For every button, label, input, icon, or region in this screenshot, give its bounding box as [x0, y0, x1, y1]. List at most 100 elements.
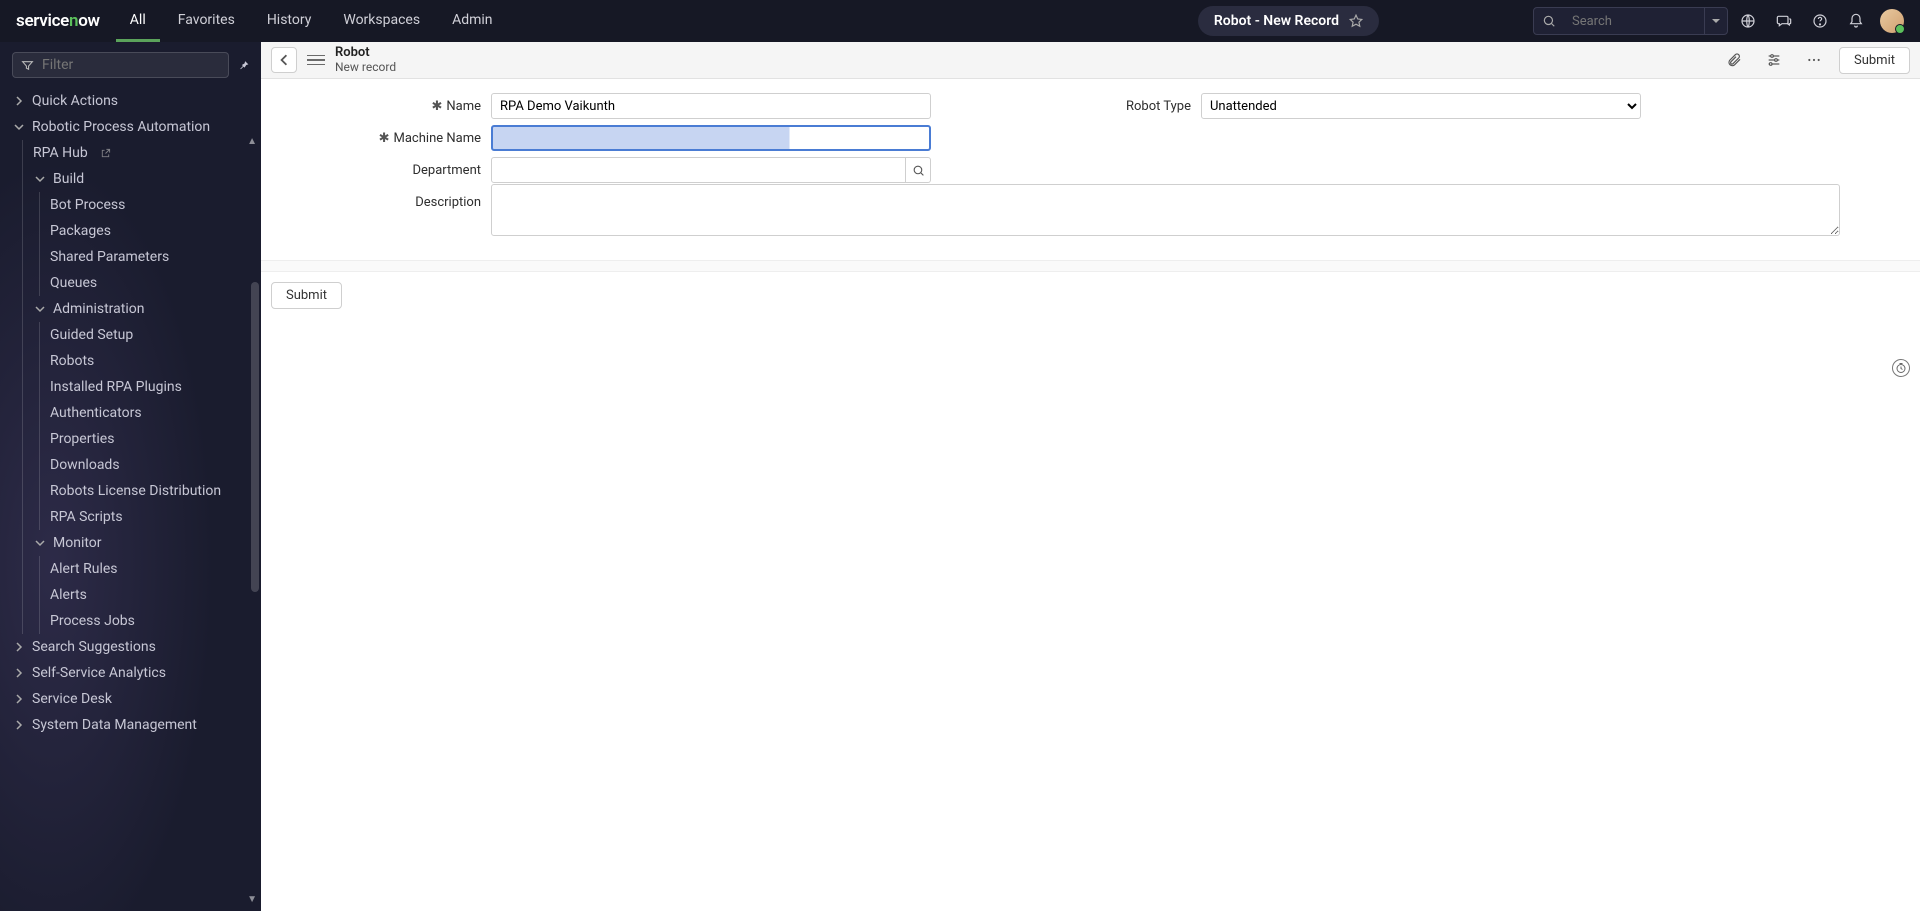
sidebar-item-bot-process[interactable]: Bot Process — [40, 192, 261, 218]
required-icon: ✱ — [379, 131, 390, 146]
sidebar-item-robots-license-distribution[interactable]: Robots License Distribution — [40, 478, 261, 504]
sidebar-section-administration[interactable]: Administration — [23, 296, 261, 322]
tab-all[interactable]: All — [116, 0, 160, 42]
main: Robot New record Submit ✱ Name — [261, 42, 1920, 911]
robot-type-label: Robot Type — [1126, 99, 1191, 114]
search-input[interactable] — [1564, 14, 1704, 29]
sidebar-item-label: RPA Scripts — [50, 509, 123, 525]
settings-button[interactable] — [1759, 45, 1789, 75]
sidebar-item-label: Shared Parameters — [50, 249, 169, 265]
filter-box[interactable] — [12, 52, 229, 78]
search-dropdown[interactable] — [1704, 8, 1727, 34]
chevron-right-icon — [12, 694, 26, 704]
sidebar-item-rpa-hub[interactable]: RPA Hub — [23, 140, 261, 166]
sidebar-item-label: Properties — [50, 431, 114, 447]
sidebar-item-packages[interactable]: Packages — [40, 218, 261, 244]
required-icon: ✱ — [431, 99, 442, 114]
filter-input[interactable] — [42, 57, 220, 73]
sidebar-item-process-jobs[interactable]: Process Jobs — [40, 608, 261, 634]
bell-icon[interactable] — [1840, 5, 1872, 37]
back-button[interactable] — [271, 47, 297, 73]
sidebar-item-label: Robots — [50, 353, 94, 369]
sidebar: Quick Actions ▲ Robotic Process Automati… — [0, 42, 261, 911]
sidebar-item-robots[interactable]: Robots — [40, 348, 261, 374]
sidebar-item-downloads[interactable]: Downloads — [40, 452, 261, 478]
chevron-right-icon — [12, 642, 26, 652]
sidebar-item-label: Installed RPA Plugins — [50, 379, 182, 395]
sidebar-item-label: Authenticators — [50, 405, 142, 421]
chevron-down-icon — [33, 304, 47, 314]
chevron-right-icon — [12, 96, 26, 106]
chevron-down-icon — [33, 538, 47, 548]
sidebar-item-label: Administration — [53, 301, 144, 317]
search-box[interactable] — [1533, 7, 1728, 35]
pin-button[interactable] — [237, 53, 250, 77]
chevron-left-icon — [278, 54, 290, 66]
record-type: Robot — [335, 46, 396, 61]
tab-workspaces[interactable]: Workspaces — [329, 0, 434, 42]
sidebar-item-label: Build — [53, 171, 84, 187]
machine-name-label: Machine Name — [394, 131, 481, 146]
record-subtitle: New record — [335, 61, 396, 75]
sidebar-item-properties[interactable]: Properties — [40, 426, 261, 452]
help-icon[interactable] — [1804, 5, 1836, 37]
sidebar-item-alert-rules[interactable]: Alert Rules — [40, 556, 261, 582]
name-field[interactable] — [491, 93, 931, 119]
robot-type-field[interactable]: Unattended — [1201, 93, 1641, 119]
attachment-button[interactable] — [1719, 45, 1749, 75]
department-lookup-button[interactable] — [906, 157, 931, 183]
menu-button[interactable] — [307, 55, 325, 66]
description-field[interactable] — [491, 184, 1840, 236]
sidebar-item-system-data-management[interactable]: System Data Management — [0, 712, 261, 738]
tab-admin[interactable]: Admin — [438, 0, 506, 42]
sidebar-item-label: Robots License Distribution — [50, 483, 221, 499]
more-button[interactable] — [1799, 45, 1829, 75]
tab-history[interactable]: History — [253, 0, 326, 42]
logo: servicenow — [16, 11, 100, 31]
sidebar-item-self-service-analytics[interactable]: Self-Service Analytics — [0, 660, 261, 686]
breadcrumb[interactable]: Robot - New Record — [1198, 6, 1379, 36]
sidebar-item-quick-actions[interactable]: Quick Actions — [0, 88, 261, 114]
sidebar-item-alerts[interactable]: Alerts — [40, 582, 261, 608]
sidebar-item-queues[interactable]: Queues — [40, 270, 261, 296]
header-title: Robot New record — [335, 46, 396, 75]
sidebar-item-search-suggestions[interactable]: Search Suggestions — [0, 634, 261, 660]
form-header: Robot New record Submit — [261, 42, 1920, 79]
chevron-right-icon — [12, 720, 26, 730]
caret-down-icon — [1711, 16, 1721, 26]
chat-icon[interactable] — [1768, 5, 1800, 37]
form-footer: Submit — [261, 272, 1920, 319]
sidebar-item-rpa[interactable]: Robotic Process Automation — [0, 114, 261, 140]
sidebar-item-label: Packages — [50, 223, 111, 239]
timer-icon[interactable] — [1892, 359, 1910, 377]
chevron-down-icon — [12, 122, 26, 132]
pin-icon — [237, 59, 250, 72]
machine-name-field[interactable] — [491, 125, 931, 151]
sidebar-scrollbar[interactable] — [251, 282, 259, 592]
sidebar-section-build[interactable]: Build — [23, 166, 261, 192]
tab-favorites[interactable]: Favorites — [164, 0, 249, 42]
sidebar-item-label: Robotic Process Automation — [32, 119, 210, 135]
sidebar-item-label: Alerts — [50, 587, 87, 603]
sidebar-item-label: Monitor — [53, 535, 102, 551]
sidebar-item-label: Guided Setup — [50, 327, 133, 343]
filter-icon — [21, 59, 34, 72]
sidebar-item-label: Bot Process — [50, 197, 125, 213]
sidebar-item-guided-setup[interactable]: Guided Setup — [40, 322, 261, 348]
avatar[interactable] — [1880, 9, 1904, 33]
submit-button-footer[interactable]: Submit — [271, 282, 342, 309]
sidebar-item-label: Downloads — [50, 457, 120, 473]
sidebar-item-service-desk[interactable]: Service Desk — [0, 686, 261, 712]
sidebar-item-authenticators[interactable]: Authenticators — [40, 400, 261, 426]
department-field[interactable] — [491, 157, 906, 183]
chevron-down-icon — [33, 174, 47, 184]
sidebar-item-installed-rpa-plugins[interactable]: Installed RPA Plugins — [40, 374, 261, 400]
sidebar-item-rpa-scripts[interactable]: RPA Scripts — [40, 504, 261, 530]
globe-icon[interactable] — [1732, 5, 1764, 37]
sidebar-item-label: Quick Actions — [32, 93, 118, 109]
sidebar-item-label: Alert Rules — [50, 561, 118, 577]
sidebar-section-monitor[interactable]: Monitor — [23, 530, 261, 556]
star-icon[interactable] — [1349, 14, 1363, 28]
sidebar-item-shared-parameters[interactable]: Shared Parameters — [40, 244, 261, 270]
submit-button-header[interactable]: Submit — [1839, 47, 1910, 74]
